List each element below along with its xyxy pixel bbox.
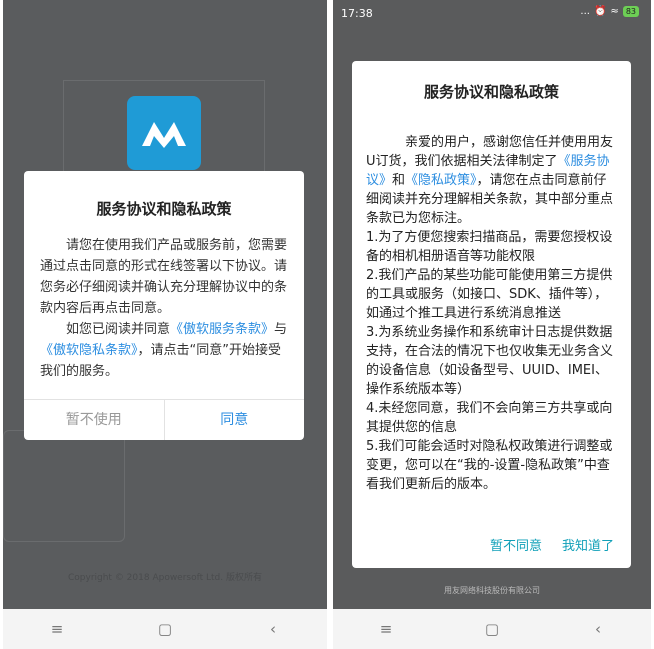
privacy-dialog: 服务协议和隐私政策 亲爱的用户，感谢您信任并使用用友U订货，我们依据相关法律制定… — [352, 61, 631, 568]
copyright-text: Copyright © 2018 Apowersoft Ltd. 版权所有 — [67, 573, 262, 583]
background-company-text: 用友网络科技股份有限公司 — [333, 568, 651, 598]
policy-item: 3.为系统业务操作和系统审计日志提供数据支持，在合法的情况下也仅收集无业务含义的… — [366, 325, 614, 397]
dialog-title: 服务协议和隐私政策 — [96, 200, 232, 218]
privacy-link[interactable]: 《傲软隐私条款》 — [40, 343, 138, 358]
dialog-title: 服务协议和隐私政策 — [423, 83, 559, 101]
status-bar: 17:38 ... ⏰ ≈ 83 — [333, 0, 651, 26]
paragraph-text: 如您已阅读并同意 — [66, 322, 171, 337]
back-icon[interactable]: ‹ — [253, 620, 293, 638]
policy-item: 5.我们可能会适时对隐私权政策进行调整或变更，您可以在“我的-设置-隐私政策”中… — [366, 439, 613, 492]
right-screen: 17:38 ... ⏰ ≈ 83 用友网络科技股份有限公司 服务协议和隐私政策 … — [333, 0, 651, 649]
dialog-paragraph: 请您在使用我们产品或服务前，您需要通过点击同意的形式在线签署以下协议。请您务必仔… — [40, 238, 288, 316]
decline-button[interactable]: 暂不使用 — [24, 400, 165, 440]
decline-button[interactable]: 暂不同意 — [490, 535, 542, 554]
terms-link[interactable]: 《傲软服务条款》 — [170, 322, 274, 337]
agree-button[interactable]: 同意 — [165, 400, 305, 440]
policy-item: 2.我们产品的某些功能可能使用第三方提供的工具或服务（如接口、SDK、插件等），… — [366, 268, 613, 321]
dialog-body: 亲爱的用户，感谢您信任并使用用友U订货，我们依据相关法律制定了《服务协议》和《隐… — [366, 133, 617, 494]
dialog-paragraph: 亲爱的用户，感谢您信任并使用用友U订货，我们依据相关法律制定了《服务协议》和《隐… — [366, 133, 617, 228]
wifi-icon: ≈ — [610, 6, 619, 17]
home-icon[interactable]: ▢ — [472, 620, 512, 638]
privacy-policy-link[interactable]: 《隐私政策》 — [405, 173, 477, 188]
menu-icon[interactable]: ≡ — [37, 620, 77, 638]
navigation-bar: ≡ ▢ ‹ — [3, 609, 327, 649]
left-screen: 服务协议和隐私政策 请您在使用我们产品或服务前，您需要通过点击同意的形式在线签署… — [3, 0, 327, 649]
dialog-paragraph: 如您已阅读并同意《傲软服务条款》与《傲软隐私条款》，请点击“同意”开始接受我们的… — [40, 319, 290, 382]
clock-text: 17:38 — [341, 7, 373, 20]
agree-button[interactable]: 我知道了 — [562, 535, 614, 554]
privacy-dialog: 服务协议和隐私政策 请您在使用我们产品或服务前，您需要通过点击同意的形式在线签署… — [24, 171, 304, 440]
app-logo-icon — [127, 96, 201, 170]
policy-item: 4.未经您同意，我们不会向第三方共享或向其提供您的信息 — [366, 401, 613, 435]
menu-icon[interactable]: ≡ — [366, 620, 406, 638]
background-decoration — [3, 430, 125, 542]
signal-dots-icon: ... — [580, 6, 590, 17]
battery-icon: 83 — [622, 6, 639, 17]
paragraph-text: 和 — [392, 173, 406, 188]
dialog-body: 请您在使用我们产品或服务前，您需要通过点击同意的形式在线签署以下协议。请您务必仔… — [40, 235, 290, 382]
back-icon[interactable]: ‹ — [578, 620, 618, 638]
home-icon[interactable]: ▢ — [145, 620, 185, 638]
status-icons: ... ⏰ ≈ 83 — [580, 6, 639, 17]
alarm-icon: ⏰ — [593, 6, 607, 17]
dialog-button-row: 暂不使用 同意 — [24, 399, 304, 440]
policy-item: 1.为了方便您搜索扫描商品，需要您授权设备的相机相册语音等功能权限 — [366, 230, 613, 264]
navigation-bar: ≡ ▢ ‹ — [333, 609, 651, 649]
paragraph-text: 与 — [274, 322, 288, 337]
dialog-button-row: 暂不同意 我知道了 — [490, 535, 614, 554]
